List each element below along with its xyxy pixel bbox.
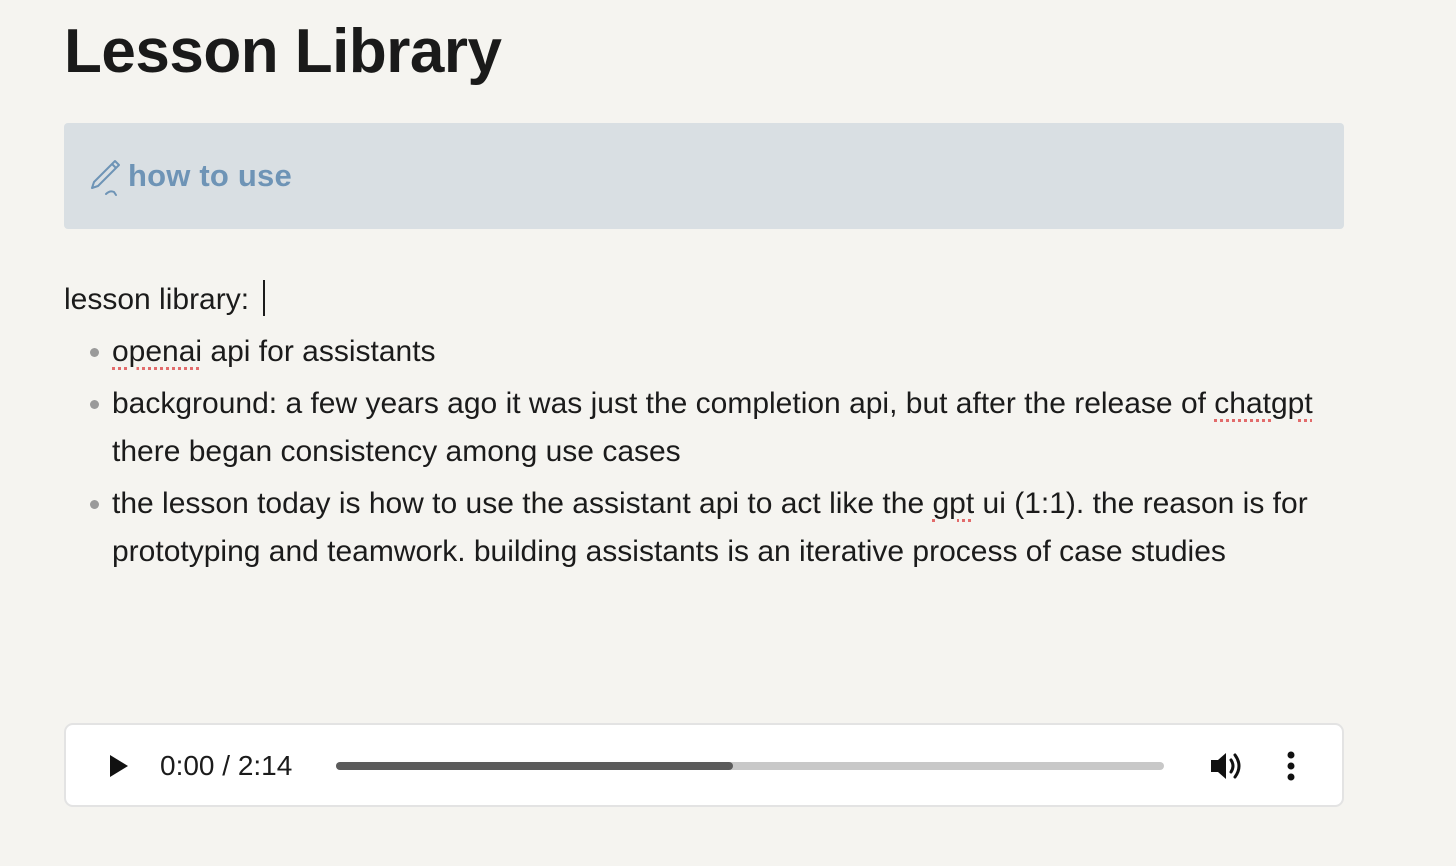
text-segment: there began consistency among use cases <box>112 435 681 468</box>
progress-slider[interactable] <box>336 762 1164 770</box>
audio-player: 0:00 / 2:14 <box>64 723 1344 807</box>
volume-icon <box>1211 753 1241 779</box>
misspelled-word: openai <box>112 335 203 368</box>
list-item[interactable]: the lesson today is how to use the assis… <box>64 480 1354 576</box>
bullet-icon <box>90 400 99 409</box>
text-segment: api for assistants <box>202 335 436 368</box>
how-to-use-link[interactable]: how to use <box>128 158 292 194</box>
list-item[interactable]: openai api for assistants <box>64 328 1354 376</box>
text-segment: the lesson today is how to use the assis… <box>112 487 933 520</box>
misspelled-word: chatgpt <box>1214 387 1313 420</box>
text-cursor <box>263 280 266 316</box>
more-options-button[interactable] <box>1278 749 1304 783</box>
list-item-text: background: a few years ago it was just … <box>112 380 1354 476</box>
bullet-icon <box>90 348 99 357</box>
lesson-notes-list: openai api for assistants background: a … <box>64 328 1354 580</box>
lesson-library-heading[interactable]: lesson library: <box>64 280 266 320</box>
bullet-icon <box>90 500 99 509</box>
page-title: Lesson Library <box>64 17 502 86</box>
how-to-use-callout[interactable]: how to use <box>64 123 1344 229</box>
pencil-icon <box>88 157 122 197</box>
list-item[interactable]: background: a few years ago it was just … <box>64 380 1354 476</box>
list-item-text: openai api for assistants <box>112 328 1354 376</box>
more-vertical-icon <box>1287 751 1295 781</box>
volume-button[interactable] <box>1208 748 1246 784</box>
list-item-text: the lesson today is how to use the assis… <box>112 480 1354 576</box>
progress-fill <box>336 762 734 770</box>
play-button[interactable] <box>106 752 132 780</box>
time-display: 0:00 / 2:14 <box>160 750 293 781</box>
text-segment: background: a few years ago it was just … <box>112 387 1215 420</box>
lesson-library-label: lesson library: <box>64 283 250 316</box>
misspelled-word: gpt <box>932 487 975 520</box>
play-icon <box>110 755 128 777</box>
